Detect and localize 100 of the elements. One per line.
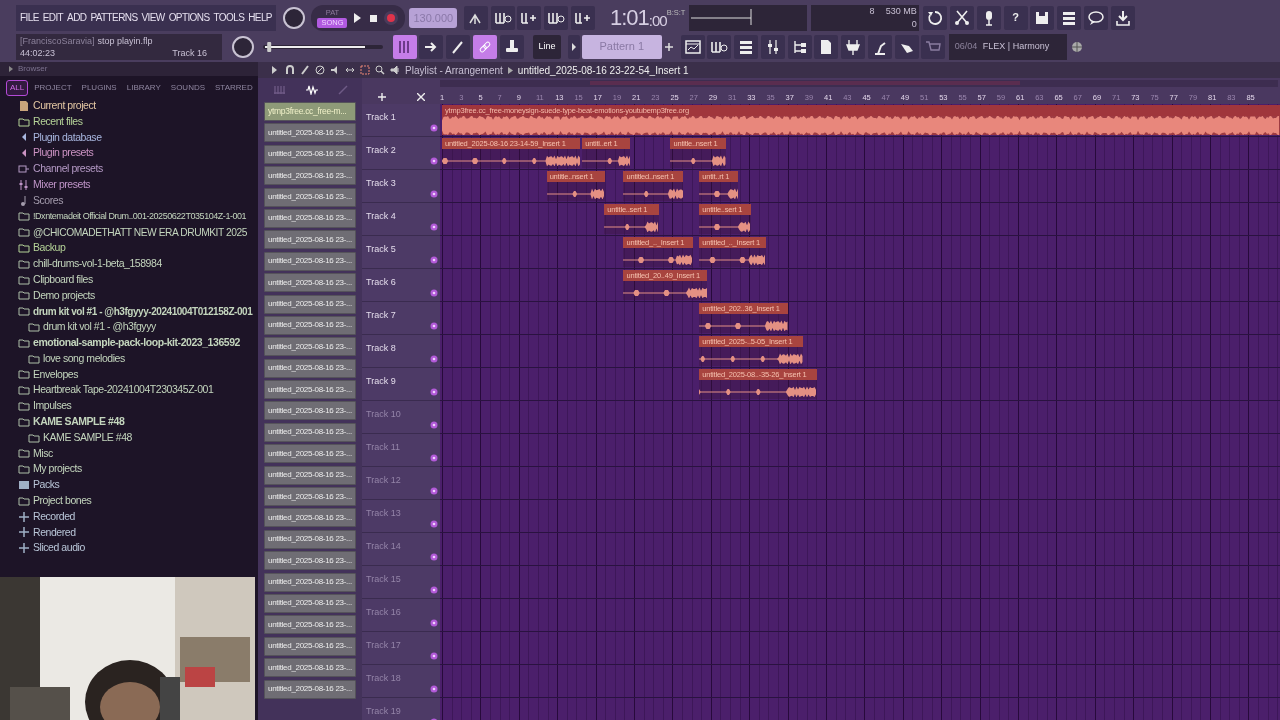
slider-thumb[interactable] bbox=[267, 41, 272, 52]
track-header[interactable]: Track 8 bbox=[362, 335, 440, 368]
channel-button[interactable]: untitled_2025-08-16 23-... bbox=[264, 337, 356, 357]
channel-button[interactable]: untitled_2025-08-16 23-... bbox=[264, 273, 356, 293]
track-name[interactable]: Track 4 bbox=[366, 211, 396, 221]
track-header[interactable]: Track 18 bbox=[362, 665, 440, 698]
magnet-icon[interactable] bbox=[285, 65, 295, 75]
track-name[interactable]: Track 10 bbox=[366, 409, 401, 419]
breadcrumb-text[interactable]: untitled_2025-08-16 23-22-54_Insert 1 bbox=[517, 62, 689, 78]
browser-item[interactable]: drum kit vol #1 - @h3fgyyy bbox=[43, 319, 156, 335]
plus-icon[interactable] bbox=[377, 93, 386, 102]
browser-tab[interactable]: STARRED bbox=[211, 80, 257, 96]
circle-icon[interactable] bbox=[430, 256, 438, 264]
channel-button[interactable]: untitled_2025-08-16 23-... bbox=[264, 465, 356, 485]
channel-button[interactable]: untitled_2025-08-16 23-... bbox=[264, 401, 356, 421]
channel-button[interactable]: untitled_2025-08-16 23-... bbox=[264, 251, 356, 271]
track-name[interactable]: Track 19 bbox=[366, 706, 401, 716]
waveform-icon[interactable] bbox=[305, 85, 319, 95]
browser-item[interactable]: Misc bbox=[33, 445, 53, 462]
browser-item[interactable]: drum kit vol #1 - @h3fgyyy-20241004T012158Z-001 bbox=[33, 303, 253, 319]
browser-item[interactable]: Project bones bbox=[33, 492, 92, 509]
browser-tab[interactable]: ALL bbox=[6, 80, 29, 96]
channel-button[interactable]: untitled_2025-08-16 23-... bbox=[264, 658, 356, 678]
browser-item[interactable]: Plugin database bbox=[33, 129, 102, 146]
browser-tab[interactable]: PLUGINS bbox=[77, 80, 121, 96]
channel-button[interactable]: ytmp3free.cc_free-m... bbox=[264, 102, 356, 121]
menu-item[interactable]: EDIT bbox=[42, 10, 64, 25]
scissors-icon[interactable] bbox=[953, 8, 972, 27]
circle-icon[interactable] bbox=[430, 487, 438, 495]
channel-button[interactable]: untitled_2025-08-16 23-... bbox=[264, 529, 356, 549]
circle-icon[interactable] bbox=[430, 223, 438, 231]
menu-item[interactable]: ADD bbox=[67, 10, 87, 25]
browser-item[interactable]: Mixer presets bbox=[33, 177, 91, 193]
browser-item[interactable]: Rendered bbox=[33, 524, 76, 541]
pattern-arrow-button[interactable] bbox=[567, 34, 580, 59]
channel-button[interactable]: untitled_2025-08-16 23-... bbox=[264, 315, 356, 335]
channel-button[interactable]: untitled_2025-08-16 23-... bbox=[264, 487, 356, 507]
track-name[interactable]: Track 18 bbox=[366, 673, 401, 683]
download-icon[interactable] bbox=[1113, 8, 1132, 27]
circle-icon[interactable] bbox=[430, 520, 438, 528]
track-header[interactable]: Track 16 bbox=[362, 599, 440, 632]
mute-icon[interactable] bbox=[315, 65, 325, 75]
browser-item[interactable]: Backup bbox=[33, 240, 66, 256]
track-name[interactable]: Track 6 bbox=[366, 277, 396, 287]
track-name[interactable]: Track 9 bbox=[366, 376, 396, 386]
channel-button[interactable]: untitled_2025-08-16 23-... bbox=[264, 208, 356, 228]
channel-button[interactable]: untitled_2025-08-16 23-... bbox=[264, 358, 356, 378]
channel-button[interactable]: untitled_2025-08-16 23-... bbox=[264, 166, 356, 186]
browser-item[interactable]: chill-drums-vol-1-beta_158984 bbox=[33, 256, 162, 272]
browser-item[interactable]: Sliced audio bbox=[33, 540, 85, 557]
track-header[interactable]: Track 13 bbox=[362, 500, 440, 533]
loop-icon[interactable] bbox=[926, 8, 945, 27]
browser-item[interactable]: KAME SAMPLE #48 bbox=[33, 413, 125, 430]
track-header[interactable]: Track 6 bbox=[362, 269, 440, 302]
chat-icon[interactable] bbox=[1086, 8, 1105, 27]
browser-item[interactable]: !Dxntemadeit Official Drum..001-20250622T035104Z-1-001 bbox=[33, 209, 247, 224]
track-name[interactable]: Track 2 bbox=[366, 145, 396, 155]
track-header[interactable]: Track 7 bbox=[362, 302, 440, 335]
track-name[interactable]: Track 15 bbox=[366, 574, 401, 584]
browser-tab[interactable]: LIBRARY bbox=[122, 80, 165, 96]
menu-item[interactable]: OPTIONS bbox=[168, 10, 210, 25]
channel-button[interactable]: untitled_2025-08-16 23-... bbox=[264, 380, 356, 400]
master-volume-knob[interactable] bbox=[282, 6, 305, 29]
circle-icon[interactable] bbox=[430, 652, 438, 660]
track-header[interactable]: Track 17 bbox=[362, 632, 440, 665]
circle-icon[interactable] bbox=[430, 454, 438, 462]
menu-item[interactable]: TOOLS bbox=[213, 10, 245, 25]
speaker-icon[interactable] bbox=[330, 65, 340, 75]
browser-item[interactable]: Channel presets bbox=[33, 161, 103, 177]
track-name[interactable]: Track 3 bbox=[366, 178, 396, 188]
channel-button[interactable]: untitled_2025-08-16 23-... bbox=[264, 422, 356, 442]
browser-item[interactable]: My projects bbox=[33, 461, 82, 478]
channel-button[interactable]: untitled_2025-08-16 23-... bbox=[264, 444, 356, 464]
circle-icon[interactable] bbox=[430, 685, 438, 693]
menu-item[interactable]: FILE bbox=[20, 10, 39, 25]
circle-icon[interactable] bbox=[430, 421, 438, 429]
track-name[interactable]: Track 17 bbox=[366, 640, 401, 650]
master-pitch-knob[interactable] bbox=[231, 35, 254, 58]
browser-tab[interactable]: SOUNDS bbox=[166, 80, 210, 96]
track-header[interactable]: Track 4 bbox=[362, 203, 440, 236]
browser-item[interactable]: Recorded bbox=[33, 508, 75, 525]
plus-icon[interactable] bbox=[663, 41, 674, 52]
browser-item[interactable]: Impulses bbox=[33, 398, 72, 414]
speaker-icon[interactable] bbox=[390, 65, 400, 75]
channel-button[interactable]: untitled_2025-08-16 23-... bbox=[264, 230, 356, 250]
circle-icon[interactable] bbox=[430, 322, 438, 330]
circle-icon[interactable] bbox=[430, 289, 438, 297]
browser-item[interactable]: Demo projects bbox=[33, 287, 95, 304]
circle-icon[interactable] bbox=[430, 355, 438, 363]
menu-item[interactable]: VIEW bbox=[141, 10, 165, 25]
zoom-icon[interactable] bbox=[375, 65, 385, 75]
track-name[interactable]: Track 8 bbox=[366, 343, 396, 353]
track-header[interactable]: Track 15 bbox=[362, 566, 440, 599]
menu-item[interactable]: PATTERNS bbox=[90, 10, 138, 25]
channel-button[interactable]: untitled_2025-08-16 23-... bbox=[264, 572, 356, 592]
plug-icon[interactable] bbox=[844, 37, 862, 56]
globe-icon[interactable] bbox=[1071, 40, 1084, 53]
circle-icon[interactable] bbox=[430, 553, 438, 561]
browser-item[interactable]: KAME SAMPLE #48 bbox=[43, 429, 132, 446]
track-name[interactable]: Track 16 bbox=[366, 607, 401, 617]
